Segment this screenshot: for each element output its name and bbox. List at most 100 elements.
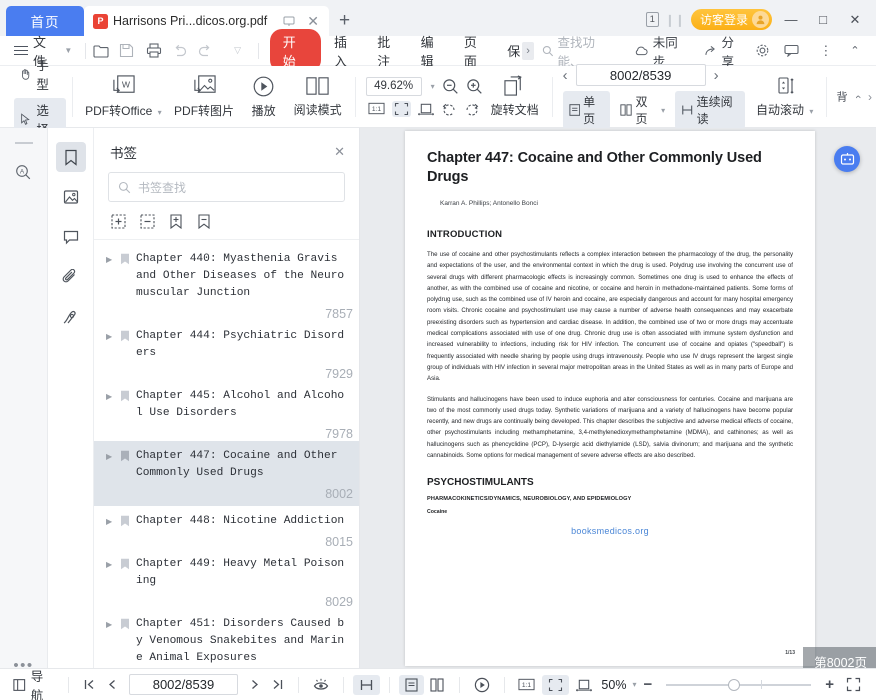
document-viewport[interactable]: Chapter 447: Cocaine and Other Commonly … [360, 128, 876, 700]
chevron-right-icon[interactable]: ▶ [106, 388, 115, 401]
background-button[interactable]: ‹ 背 [833, 91, 864, 102]
chevron-down-icon[interactable]: ▾ [632, 680, 636, 689]
zoom-slider-handle[interactable] [728, 678, 741, 691]
chevron-right-icon[interactable]: ▶ [106, 556, 115, 569]
panel-bookmarks-button[interactable] [55, 142, 86, 172]
save-icon[interactable] [119, 43, 145, 58]
rotate-right-button[interactable] [464, 102, 480, 116]
chevron-right-icon[interactable]: ▶ [106, 616, 115, 629]
status-continuous-button[interactable] [352, 674, 380, 695]
single-page-button[interactable]: 单页 [562, 91, 611, 129]
list-item[interactable]: ▶ Chapter 449: Heavy Metal Poisoning [94, 549, 359, 594]
list-item-selected[interactable]: ▶ Chapter 447: Cocaine and Other Commonl… [94, 441, 359, 486]
bookmark-search-input[interactable]: 书签查找 [108, 172, 345, 202]
chevron-right-icon[interactable]: ▶ [106, 251, 115, 264]
next-page-button[interactable] [243, 678, 266, 691]
expand-all-icon[interactable] [111, 214, 126, 229]
bookmark-icon [120, 388, 131, 402]
print-icon[interactable] [146, 43, 172, 58]
list-item[interactable]: ▶ Chapter 451: Disorders Caused by Venom… [94, 609, 359, 671]
status-dual-page-button[interactable] [424, 675, 450, 695]
previous-page-button[interactable] [101, 678, 124, 691]
text-search-icon[interactable]: A [15, 164, 32, 181]
add-bookmark-icon[interactable] [169, 214, 183, 229]
auto-scroll-button[interactable]: 自动滚动 ▾ [749, 75, 820, 118]
actual-size-button[interactable]: 1:1 [368, 102, 385, 115]
zoom-out-button[interactable]: − [638, 676, 657, 693]
window-close-button[interactable]: ✕ [842, 12, 868, 28]
divider [458, 676, 460, 693]
status-zoom-value[interactable]: 50% [599, 678, 628, 692]
rotate-left-button[interactable] [441, 102, 457, 116]
page-number-input[interactable]: 8002/8539 [575, 64, 706, 86]
pdf-to-image-button[interactable]: PDF转图片 [168, 74, 241, 119]
page-navigation-group: ‹ 8002/8539 › 单页 双页 ▾ 连续阅读 [559, 64, 750, 129]
undo-icon[interactable] [172, 44, 198, 57]
minimize-button[interactable]: — [778, 12, 804, 27]
bookmark-list[interactable]: ▶ Chapter 440: Myasthenia Gravis and Oth… [94, 240, 359, 680]
menu-overflow-button[interactable]: › [522, 41, 534, 60]
gear-icon[interactable] [755, 43, 781, 58]
chevron-right-icon[interactable]: ▶ [106, 328, 115, 341]
hand-tool-button[interactable]: 手型 [14, 53, 66, 96]
status-page-input[interactable]: 8002/8539 [129, 674, 238, 695]
status-play-button[interactable] [469, 677, 495, 693]
zoom-in-button[interactable]: + [820, 676, 839, 693]
guest-login-button[interactable]: 访客登录 [690, 9, 772, 30]
status-actual-size-button[interactable]: 1:1 [513, 678, 540, 691]
status-fit-page-button[interactable] [542, 674, 570, 695]
collapse-ribbon-icon[interactable]: ⌃ [842, 44, 868, 57]
monitor-icon[interactable] [280, 15, 298, 27]
eye-protection-icon[interactable] [308, 678, 334, 692]
open-folder-icon[interactable] [93, 44, 119, 58]
zoom-input[interactable]: 49.62% [365, 76, 422, 96]
ribbon-scroll-right-icon[interactable]: › [864, 90, 876, 104]
fullscreen-button[interactable] [841, 677, 866, 692]
panel-thumbnails-button[interactable] [56, 182, 86, 212]
pdf-to-office-button[interactable]: W PDF转Office ▾ [79, 74, 167, 119]
previous-page-button[interactable]: ‹ [563, 67, 568, 84]
navigation-toggle-button[interactable]: 导航 [7, 663, 59, 700]
close-panel-icon[interactable]: ✕ [334, 144, 345, 160]
close-icon[interactable]: ✕ [303, 13, 323, 30]
bookmark-active-group[interactable]: ▶ Chapter 447: Cocaine and Other Commonl… [94, 441, 359, 506]
panel-comments-button[interactable] [56, 222, 86, 252]
watermark-link[interactable]: booksmedicos.org [427, 526, 793, 536]
last-page-button[interactable] [266, 678, 289, 691]
list-item[interactable]: ▶ Chapter 445: Alcohol and Alcohol Use D… [94, 381, 359, 426]
chevron-right-icon[interactable]: ▶ [106, 448, 115, 461]
read-mode-button[interactable]: 阅读模式 [287, 75, 349, 118]
panel-attachments-button[interactable] [56, 262, 86, 292]
first-page-button[interactable] [78, 678, 101, 691]
redo-icon[interactable] [198, 44, 224, 57]
next-page-button[interactable]: › [714, 67, 719, 84]
zoom-slider[interactable] [666, 678, 812, 691]
status-single-page-button[interactable] [398, 674, 424, 695]
zoom-out-button[interactable] [442, 78, 459, 95]
list-item[interactable]: ▶ Chapter 444: Psychiatric Disorders [94, 321, 359, 366]
dual-page-button[interactable]: 双页 ▾ [614, 91, 671, 129]
zoom-fit-row: 1:1 [368, 100, 480, 117]
chevron-right-icon[interactable]: ▶ [106, 513, 115, 526]
rotate-document-button[interactable]: 旋转文档 [487, 75, 546, 118]
continuous-scroll-button[interactable]: 连续阅读 [675, 91, 746, 129]
chevron-down-icon[interactable]: ▾ [431, 82, 435, 91]
divider [297, 676, 299, 693]
more-options-icon[interactable]: ⋮ [813, 43, 839, 59]
status-fit-width-button[interactable] [571, 678, 597, 692]
remove-bookmark-icon[interactable] [197, 214, 211, 229]
ai-assistant-button[interactable] [834, 146, 860, 172]
window-count-badge[interactable]: 1 [645, 12, 659, 27]
feedback-icon[interactable] [784, 44, 810, 57]
fit-width-button[interactable] [418, 102, 435, 116]
quick-access-chevron-icon[interactable]: ▽ [224, 45, 250, 56]
list-item[interactable]: ▶ Chapter 440: Myasthenia Gravis and Oth… [94, 244, 359, 306]
maximize-button[interactable]: □ [810, 12, 836, 27]
panel-signature-button[interactable] [56, 302, 86, 332]
collapse-all-icon[interactable] [140, 214, 155, 229]
list-item[interactable]: ▶ Chapter 448: Nicotine Addiction [94, 506, 359, 534]
tab-protect[interactable]: 保 [498, 38, 522, 63]
play-button[interactable]: 播放 [241, 75, 287, 119]
fit-page-button[interactable] [392, 100, 412, 117]
zoom-in-button[interactable] [466, 78, 483, 95]
